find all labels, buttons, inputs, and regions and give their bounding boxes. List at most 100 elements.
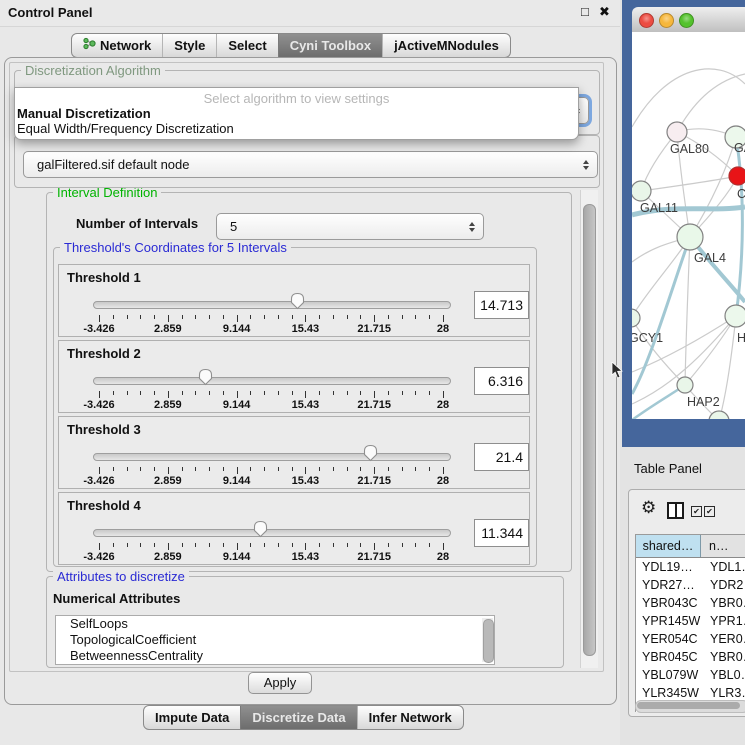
interval-definition-group: Interval Definition Number of Intervals …	[46, 192, 572, 572]
tick-mark	[99, 315, 100, 322]
tick-label: 2.859	[144, 399, 192, 411]
threshold-value-field[interactable]: 14.713	[474, 291, 529, 319]
threshold-value-field[interactable]: 6.316	[474, 367, 529, 395]
network-node[interactable]	[725, 305, 745, 327]
slider-track[interactable]	[93, 529, 451, 537]
column-header-shared-name[interactable]: shared…	[636, 535, 701, 557]
tab-cyni-toolbox[interactable]: Cyni Toolbox	[278, 34, 382, 57]
tick-mark	[195, 391, 196, 395]
table-cell[interactable]: YDR2…	[706, 576, 745, 594]
network-node[interactable]	[677, 224, 703, 250]
network-window-titlebar[interactable]	[632, 7, 745, 33]
mac-minimize-button[interactable]	[659, 13, 674, 28]
slider-thumb[interactable]	[290, 292, 305, 310]
mac-close-button[interactable]	[639, 13, 654, 28]
list-item[interactable]: TopologicalCoefficient	[56, 632, 494, 648]
dropdown-option-manual-discretization[interactable]: Manual Discretization	[17, 106, 151, 121]
tick-mark	[168, 315, 169, 322]
table-row[interactable]: YBR045CYBR0…	[636, 648, 745, 666]
number-of-intervals-label: Number of Intervals	[76, 216, 198, 231]
network-node[interactable]	[709, 411, 729, 419]
table-cell[interactable]: YBR0…	[706, 594, 745, 612]
list-item[interactable]: SelfLoops	[56, 616, 494, 632]
tab-jactivemnodules[interactable]: jActiveMNodules	[382, 34, 510, 57]
dropdown-placeholder-item[interactable]: Select algorithm to view settings	[15, 91, 578, 106]
threshold-value-field[interactable]: 21.4	[474, 443, 529, 471]
table-row[interactable]: YBR043CYBR0…	[636, 594, 745, 612]
tick-label: 9.144	[213, 475, 261, 487]
table-cell[interactable]: YPR1…	[706, 612, 745, 630]
tick-mark	[182, 391, 183, 395]
tick-mark	[250, 543, 251, 547]
tick-mark	[374, 315, 375, 322]
tick-mark	[223, 315, 224, 319]
tick-label: 28	[419, 551, 467, 563]
algorithm-dropdown-popup: Select algorithm to view settings Manual…	[14, 87, 579, 140]
list-item[interactable]: BetweennessCentrality	[56, 648, 494, 664]
tab-discretize-data[interactable]: Discretize Data	[240, 706, 356, 729]
table-cell[interactable]: YBR045C	[636, 648, 706, 666]
network-node[interactable]	[632, 309, 640, 327]
tick-label: 15.43	[281, 323, 329, 335]
slider-track[interactable]	[93, 453, 451, 461]
table-row[interactable]: YDL19…YDL1…	[636, 558, 745, 576]
column-header-name[interactable]: n…	[701, 535, 745, 557]
table-cell[interactable]: YDR27…	[636, 576, 706, 594]
tab-style[interactable]: Style	[162, 34, 216, 57]
list-scrollbar	[482, 618, 493, 662]
panel-scrollbar-thumb[interactable]	[583, 204, 596, 656]
table-cell[interactable]: YBR043C	[636, 594, 706, 612]
tick-label: 21.715	[350, 399, 398, 411]
slider-thumb[interactable]	[363, 444, 378, 462]
network-node[interactable]	[677, 377, 693, 393]
gear-icon[interactable]: ⚙	[641, 498, 656, 518]
split-columns-icon[interactable]	[667, 502, 684, 519]
threshold-value-field[interactable]: 11.344	[474, 519, 529, 547]
tab-infer-network[interactable]: Infer Network	[357, 706, 463, 729]
slider-thumb[interactable]	[198, 368, 213, 386]
table-row[interactable]: YBL079WYBL0…	[636, 666, 745, 684]
tab-label: Infer Network	[369, 706, 452, 729]
table-cell[interactable]: YBL0…	[706, 666, 745, 684]
apply-button[interactable]: Apply	[248, 672, 312, 694]
dropdown-option-equal-width-frequency[interactable]: Equal Width/Frequency Discretization	[17, 121, 234, 136]
tick-mark	[319, 391, 320, 395]
table-row[interactable]: YPR145WYPR1…	[636, 612, 745, 630]
tick-mark	[347, 467, 348, 471]
network-edge	[677, 74, 745, 132]
network-node[interactable]	[667, 122, 687, 142]
network-node[interactable]	[632, 181, 651, 201]
close-icon[interactable]: ✖	[599, 4, 610, 20]
tab-impute-data[interactable]: Impute Data	[144, 706, 240, 729]
mac-zoom-button[interactable]	[679, 13, 694, 28]
float-window-icon[interactable]: □	[581, 4, 589, 19]
table-data-dropdown[interactable]: galFiltered.sif default node	[23, 151, 598, 178]
tick-mark	[415, 391, 416, 395]
tick-label: 9.144	[213, 323, 261, 335]
tick-mark	[140, 467, 141, 471]
slider-track[interactable]	[93, 301, 451, 309]
table-cell[interactable]: YBR0…	[706, 648, 745, 666]
table-cell[interactable]: YER0…	[706, 630, 745, 648]
table-row[interactable]: YDR27…YDR2…	[636, 576, 745, 594]
table-row[interactable]: YER054CYER0…	[636, 630, 745, 648]
settings-scroll-area: Interval Definition Number of Intervals …	[10, 188, 578, 668]
tab-select[interactable]: Select	[216, 34, 277, 57]
checkbox-icon[interactable]: ✔	[691, 506, 702, 517]
checkbox-icon[interactable]: ✔	[704, 506, 715, 517]
network-canvas[interactable]: GAL80GACGAL11GAL4GCY1HHAP2	[632, 32, 745, 419]
slider-thumb[interactable]	[253, 520, 268, 538]
table-cell[interactable]: YER054C	[636, 630, 706, 648]
table-cell[interactable]: YPR145W	[636, 612, 706, 630]
table-cell[interactable]: YDL1…	[706, 558, 745, 576]
number-of-intervals-dropdown[interactable]: 5	[216, 213, 484, 240]
table-cell[interactable]: YDL19…	[636, 558, 706, 576]
list-scrollbar-thumb[interactable]	[483, 619, 494, 663]
tab-network[interactable]: Network	[72, 34, 162, 57]
table-hscrollbar-thumb[interactable]	[637, 702, 740, 709]
network-node[interactable]	[729, 167, 745, 185]
table-cell[interactable]: YBL079W	[636, 666, 706, 684]
slider-track[interactable]	[93, 377, 451, 385]
tick-mark	[195, 467, 196, 471]
network-edge	[632, 237, 690, 394]
